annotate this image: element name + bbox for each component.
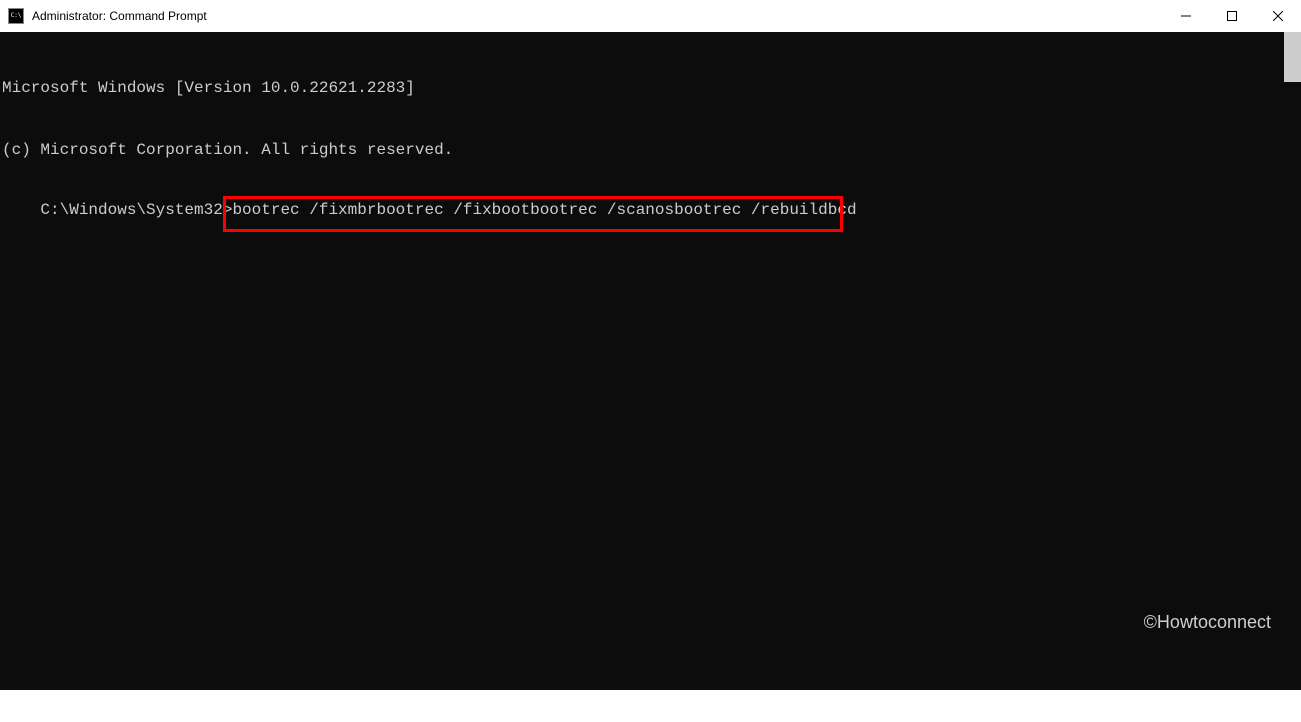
terminal-prompt-line: C:\Windows\System32>bootrec /fixmbrbootr… bbox=[40, 200, 856, 262]
command-prompt-window: Administrator: Command Prompt Microsoft … bbox=[0, 0, 1301, 690]
terminal-command: bootrec /fixmbrbootrec /fixbootbootrec /… bbox=[232, 201, 856, 219]
titlebar-left: Administrator: Command Prompt bbox=[8, 8, 207, 24]
titlebar[interactable]: Administrator: Command Prompt bbox=[0, 0, 1301, 32]
cmd-icon bbox=[8, 8, 24, 24]
terminal-line-copyright: (c) Microsoft Corporation. All rights re… bbox=[2, 140, 1299, 161]
minimize-button[interactable] bbox=[1163, 0, 1209, 32]
watermark-text: ©Howtoconnect bbox=[1144, 611, 1271, 634]
terminal-line-version: Microsoft Windows [Version 10.0.22621.22… bbox=[2, 78, 1299, 99]
close-button[interactable] bbox=[1255, 0, 1301, 32]
maximize-button[interactable] bbox=[1209, 0, 1255, 32]
window-controls bbox=[1163, 0, 1301, 32]
terminal-area[interactable]: Microsoft Windows [Version 10.0.22621.22… bbox=[0, 32, 1301, 690]
window-title: Administrator: Command Prompt bbox=[32, 9, 207, 23]
vertical-scrollbar-thumb[interactable] bbox=[1284, 32, 1301, 82]
terminal-prompt: C:\Windows\System32> bbox=[40, 201, 232, 219]
